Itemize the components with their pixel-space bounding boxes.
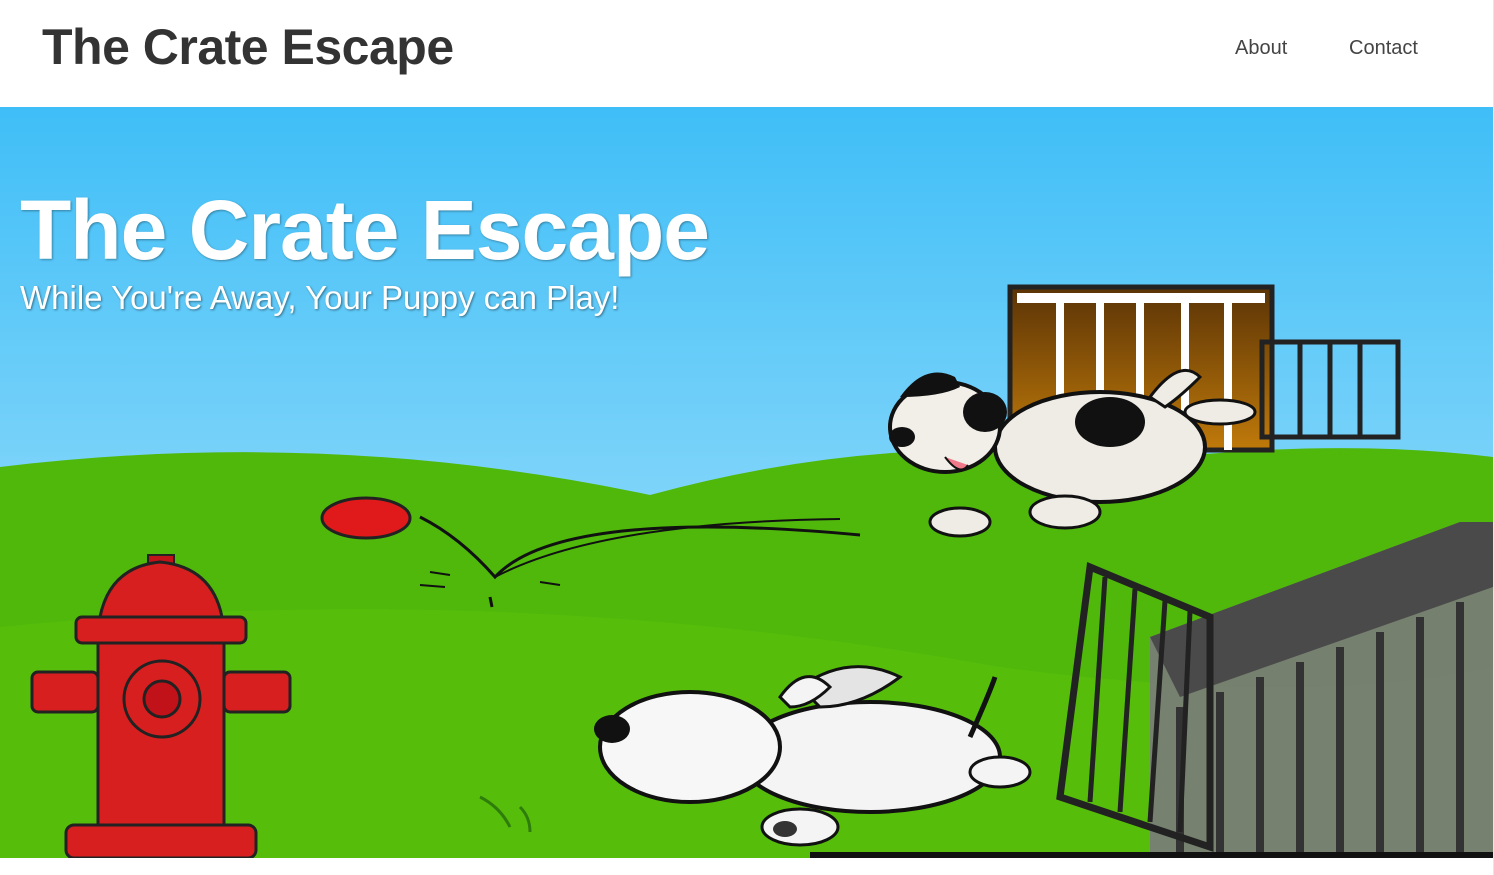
navbar: The Crate Escape About Contact — [0, 0, 1494, 107]
hero-banner: The Crate Escape While You're Away, Your… — [0, 107, 1493, 858]
nav-link-about[interactable]: About — [1235, 37, 1287, 60]
brand-logo[interactable]: The Crate Escape — [42, 18, 454, 76]
hero-title: The Crate Escape — [20, 183, 710, 277]
hero-subtitle: While You're Away, Your Puppy can Play! — [20, 279, 620, 316]
nav-link-contact[interactable]: Contact — [1349, 37, 1418, 60]
